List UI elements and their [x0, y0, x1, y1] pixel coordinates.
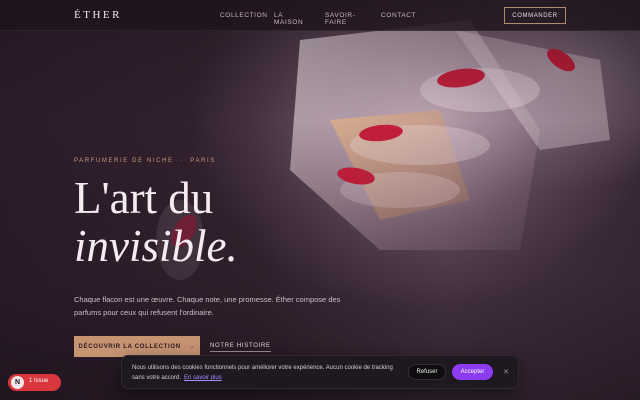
issues-badge[interactable]: N 1 Issue [8, 374, 61, 391]
nav-link-savoir-faire[interactable]: SAVOIR-FAIRE [325, 12, 355, 26]
commander-button[interactable]: COMMANDER [504, 7, 566, 24]
discover-collection-button[interactable]: DÉCOUVRIR LA COLLECTION → [74, 336, 200, 357]
cookie-banner: Nous utilisons des cookies fonctionnels … [121, 355, 519, 389]
top-navigation: ÉTHER COLLECTION LA MAISON SAVOIR-FAIRE … [0, 0, 640, 31]
nextjs-icon: N [11, 376, 24, 389]
cookie-refuse-button[interactable]: Refuser [408, 364, 446, 380]
hero-description: Chaque flacon est une œuvre. Chaque note… [74, 295, 341, 317]
close-icon[interactable]: ✕ [501, 366, 511, 378]
discover-collection-label: DÉCOUVRIR LA COLLECTION [78, 343, 181, 350]
cookie-learn-more-link[interactable]: En savoir plus [184, 375, 222, 381]
notre-histoire-link[interactable]: NOTRE HISTOIRE [210, 343, 271, 352]
hero-eyebrow: PARFUMERIE DE NICHE · PARIS [74, 158, 216, 164]
cookie-accept-button[interactable]: Accepter [452, 364, 493, 380]
headline-line-2: invisible. [74, 221, 238, 271]
headline-line-1: L'art du [74, 173, 214, 223]
brand-logo[interactable]: ÉTHER [74, 9, 122, 21]
hero-headline: L'art du invisible. [74, 174, 238, 270]
cookie-text: Nous utilisons des cookies fonctionnels … [132, 365, 393, 381]
issues-count-label: 1 Issue [29, 378, 49, 384]
cookie-message: Nous utilisons des cookies fonctionnels … [132, 363, 402, 383]
arrow-right-icon: → [188, 343, 196, 350]
nav-link-la-maison[interactable]: LA MAISON [274, 12, 303, 26]
nav-link-contact[interactable]: CONTACT [381, 12, 416, 19]
nav-link-collection[interactable]: COLLECTION [220, 12, 268, 19]
